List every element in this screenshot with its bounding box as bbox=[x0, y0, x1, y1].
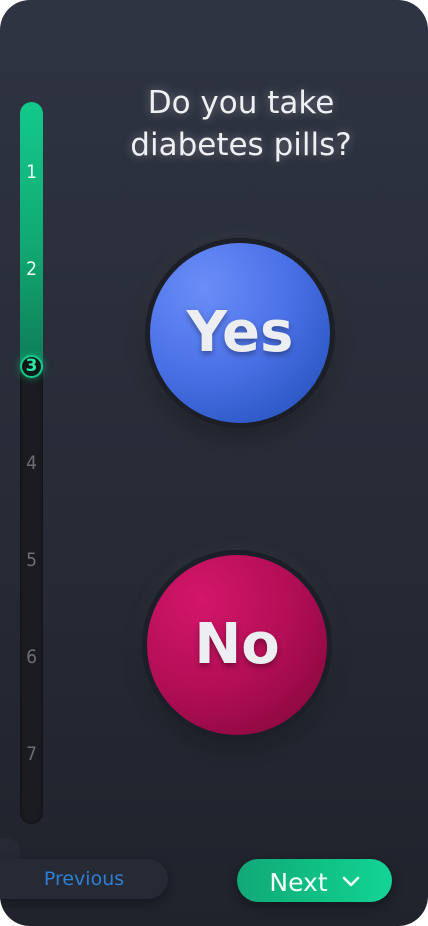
no-button[interactable]: No bbox=[147, 555, 327, 735]
step-5-label: 5 bbox=[26, 549, 37, 571]
no-button-ring: No bbox=[142, 550, 332, 740]
step-1-label: 1 bbox=[26, 161, 37, 183]
yes-button[interactable]: Yes bbox=[150, 243, 330, 423]
app-screen: 1 2 4 5 6 7 3 Do you take diabetes pills… bbox=[0, 0, 428, 926]
step-6-label: 6 bbox=[26, 646, 37, 668]
progress-fill bbox=[20, 102, 43, 366]
step-7-label: 7 bbox=[26, 743, 37, 765]
step-4-label: 4 bbox=[26, 452, 37, 474]
step-2-label: 2 bbox=[26, 258, 37, 280]
current-step-indicator: 3 bbox=[20, 354, 43, 378]
previous-button[interactable]: Previous bbox=[0, 859, 168, 899]
progress-track: 1 2 4 5 6 7 bbox=[20, 102, 43, 824]
next-button[interactable]: Next bbox=[237, 859, 392, 902]
yes-button-ring: Yes bbox=[145, 238, 335, 428]
question-title: Do you take diabetes pills? bbox=[130, 85, 352, 163]
next-button-label: Next bbox=[269, 867, 328, 897]
chevron-down-icon bbox=[342, 876, 359, 887]
